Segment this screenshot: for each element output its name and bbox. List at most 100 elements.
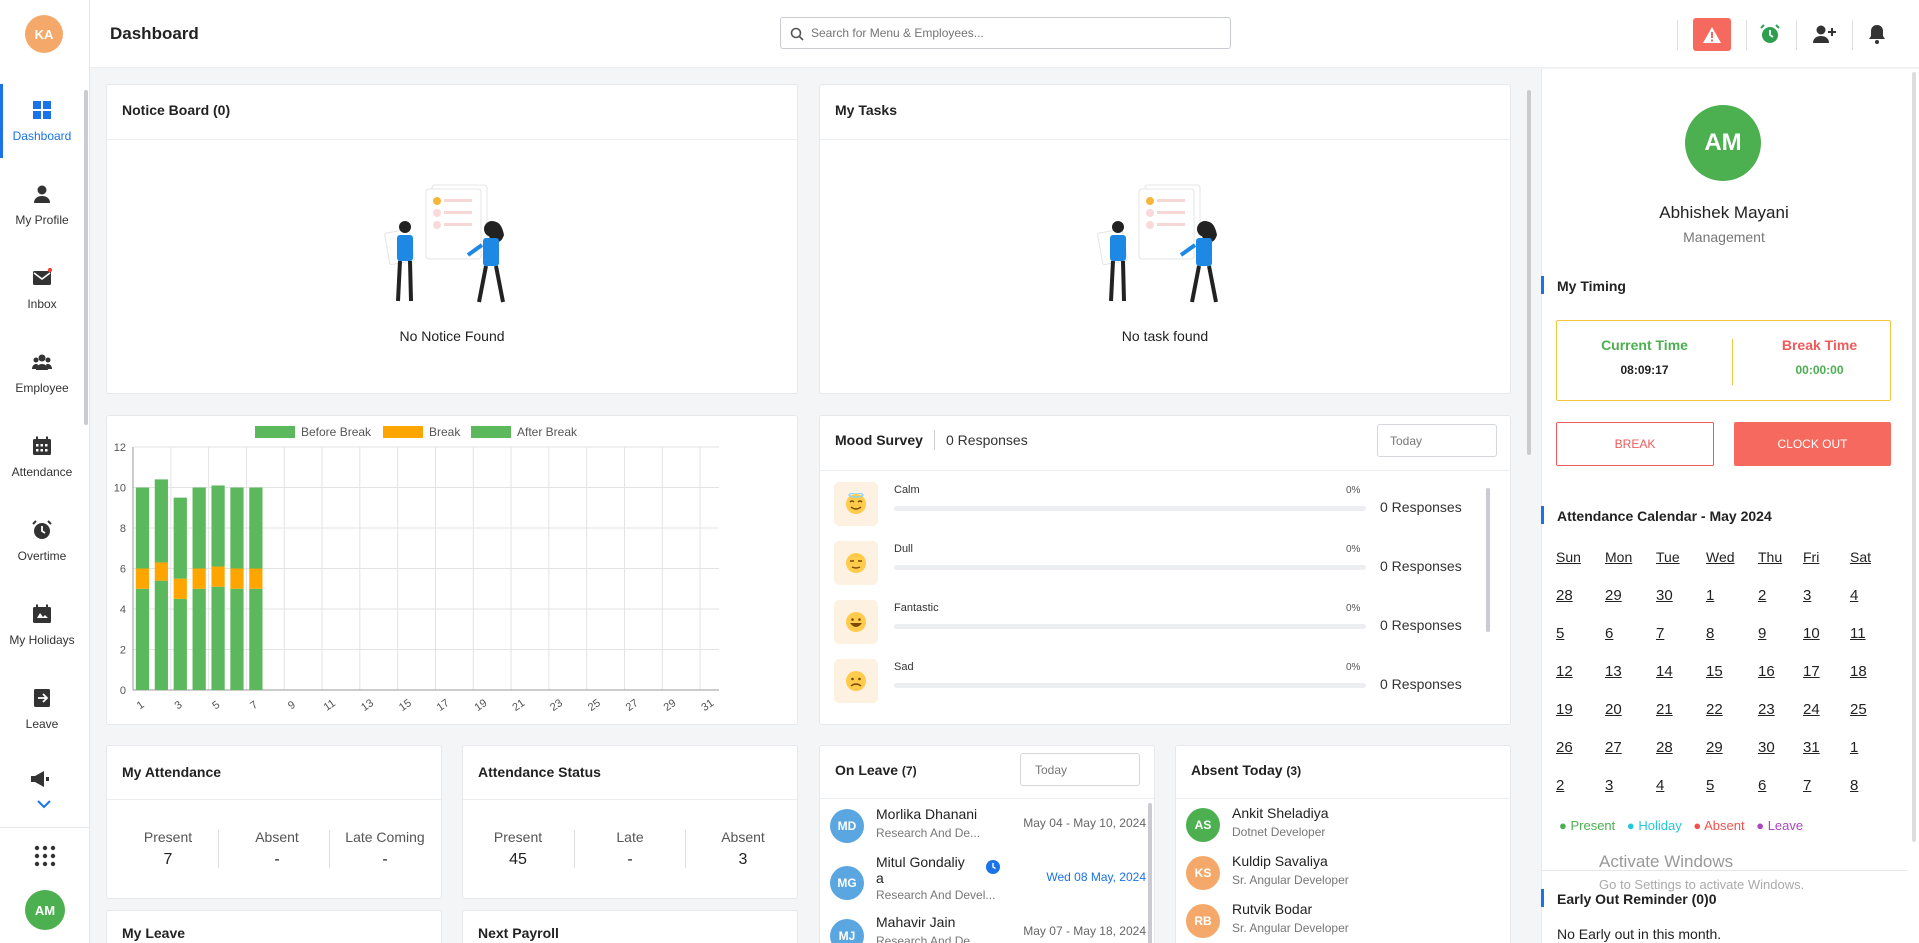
divider xyxy=(820,798,1154,799)
calendar-date[interactable]: 30 xyxy=(1656,587,1673,604)
right-panel-scrollbar[interactable] xyxy=(1912,72,1916,842)
stat-value: - xyxy=(627,851,633,868)
calendar-date[interactable]: 10 xyxy=(1803,625,1820,642)
calendar-date[interactable]: 13 xyxy=(1605,663,1622,680)
calendar-date[interactable]: 14 xyxy=(1656,663,1673,680)
mood-percent: 0% xyxy=(1346,603,1361,614)
calendar-date[interactable]: 5 xyxy=(1556,625,1564,642)
bar-break xyxy=(211,566,225,587)
clock-out-button[interactable]: CLOCK OUT xyxy=(1734,422,1891,466)
on-leave-date-filter[interactable]: Today xyxy=(1020,753,1140,786)
bell-icon[interactable] xyxy=(1868,24,1886,49)
user-avatar[interactable]: KA xyxy=(25,15,63,53)
calendar-date[interactable]: 18 xyxy=(1850,663,1867,680)
sidebar-item-dashboard[interactable]: Dashboard xyxy=(0,84,84,158)
calendar-date[interactable]: 9 xyxy=(1758,625,1766,642)
search-input[interactable] xyxy=(811,23,1221,43)
calendar-date[interactable]: 17 xyxy=(1803,663,1820,680)
calendar-date[interactable]: 6 xyxy=(1605,625,1613,642)
chevron-down-icon[interactable] xyxy=(37,796,51,814)
person-name: Ankit Sheladiya xyxy=(1232,805,1329,821)
calendar-date[interactable]: 2 xyxy=(1556,777,1564,794)
empty-message: No task found xyxy=(1121,328,1209,344)
calendar-date[interactable]: 11 xyxy=(1850,625,1866,642)
add-user-icon[interactable] xyxy=(1812,24,1836,49)
calendar-date[interactable]: 31 xyxy=(1803,739,1820,756)
list-item[interactable]: AS Ankit Sheladiya Dotnet Developer xyxy=(1186,805,1516,849)
calendar-date[interactable]: 7 xyxy=(1803,777,1811,794)
y-tick-label: 4 xyxy=(120,604,126,616)
sidebar-item-overtime[interactable]: Overtime xyxy=(0,504,84,578)
calendar-date[interactable]: 8 xyxy=(1706,625,1714,642)
early-out-title: Early Out Reminder (0)0 xyxy=(1557,891,1717,907)
list-item[interactable]: RB Rutvik Bodar Sr. Angular Developer xyxy=(1186,901,1516,943)
alarm-icon xyxy=(32,519,52,539)
notice-board-card: Notice Board (0) No Notice Found xyxy=(106,84,798,394)
calendar-date[interactable]: 23 xyxy=(1758,701,1775,718)
calendar-date[interactable]: 6 xyxy=(1758,777,1766,794)
sidebar-scrollbar[interactable] xyxy=(84,90,88,425)
calendar-date[interactable]: 28 xyxy=(1656,739,1673,756)
bottom-user-avatar[interactable]: AM xyxy=(25,890,65,930)
absent-title: Absent Today xyxy=(1191,762,1283,778)
sidebar: KA Dashboard My Profile Inbox Employee A… xyxy=(0,0,90,943)
calendar-date[interactable]: 3 xyxy=(1803,587,1811,604)
section-marker xyxy=(1541,276,1544,294)
sidebar-item-my-holidays[interactable]: My Holidays xyxy=(0,588,84,662)
calendar-date[interactable]: 30 xyxy=(1758,739,1775,756)
break-button[interactable]: BREAK xyxy=(1556,422,1714,466)
profile-avatar[interactable]: AM xyxy=(1685,105,1761,181)
sidebar-item-employee[interactable]: Employee xyxy=(0,336,84,410)
list-item[interactable]: MG Mitul Gondaliy a Research And Devel..… xyxy=(830,854,1146,904)
calendar-date[interactable]: 21 xyxy=(1656,701,1673,718)
calendar-date[interactable]: 22 xyxy=(1706,701,1723,718)
sidebar-item-attendance[interactable]: Attendance xyxy=(0,420,84,494)
list-item[interactable]: MD Morlika Dhanani Research And De... Ma… xyxy=(830,806,1146,850)
list-item[interactable]: KS Kuldip Savaliya Sr. Angular Developer xyxy=(1186,853,1516,897)
search-box[interactable] xyxy=(780,17,1231,49)
calendar-date[interactable]: 27 xyxy=(1605,739,1622,756)
calendar-date[interactable]: 25 xyxy=(1850,701,1867,718)
x-tick-label: 25 xyxy=(586,697,603,714)
sidebar-item-leave[interactable]: Leave xyxy=(0,672,84,746)
calendar-date[interactable]: 2 xyxy=(1758,587,1766,604)
timing-box: Current Time 08:09:17 Break Time 00:00:0… xyxy=(1556,320,1891,401)
calendar-date[interactable]: 3 xyxy=(1605,777,1613,794)
calendar-date[interactable]: 26 xyxy=(1556,739,1573,756)
apps-grid-icon[interactable] xyxy=(34,845,56,872)
page-title: Dashboard xyxy=(110,24,199,43)
alarm-clock-icon[interactable] xyxy=(1760,24,1780,49)
calendar-day-header: Sun xyxy=(1556,549,1581,565)
on-leave-title: On Leave xyxy=(835,762,899,778)
calendar-date[interactable]: 1 xyxy=(1850,739,1858,756)
calendar-date[interactable]: 29 xyxy=(1605,587,1622,604)
main-scrollbar[interactable] xyxy=(1527,90,1531,455)
mood-label: Fantastic xyxy=(894,602,939,614)
calendar-date[interactable]: 28 xyxy=(1556,587,1573,604)
calendar-date[interactable]: 20 xyxy=(1605,701,1622,718)
calendar-date[interactable]: 7 xyxy=(1656,625,1664,642)
calendar-date[interactable]: 8 xyxy=(1850,777,1858,794)
calendar-date[interactable]: 15 xyxy=(1706,663,1723,680)
calendar-date[interactable]: 29 xyxy=(1706,739,1723,756)
calendar-date[interactable]: 16 xyxy=(1758,663,1775,680)
my-timing-title: My Timing xyxy=(1557,278,1626,294)
calendar-date[interactable]: 5 xyxy=(1706,777,1714,794)
on-leave-scrollbar[interactable] xyxy=(1148,803,1152,943)
sidebar-item-inbox[interactable]: Inbox xyxy=(0,252,84,326)
calendar-date[interactable]: 1 xyxy=(1706,587,1714,604)
stat-late: Late - xyxy=(575,829,685,869)
mood-date-filter[interactable]: Today xyxy=(1377,424,1497,457)
calendar-date[interactable]: 4 xyxy=(1850,587,1858,604)
header-divider xyxy=(1746,20,1747,50)
sidebar-item-my-profile[interactable]: My Profile xyxy=(0,168,84,242)
calendar-date[interactable]: 12 xyxy=(1556,663,1573,680)
bar-after-break xyxy=(173,497,187,579)
calendar-date[interactable]: 4 xyxy=(1656,777,1664,794)
calendar-date[interactable]: 24 xyxy=(1803,701,1820,718)
stat-label: Late xyxy=(616,829,644,845)
calendar-date[interactable]: 19 xyxy=(1556,701,1573,718)
list-item[interactable]: MJ Mahavir Jain Research And De... May 0… xyxy=(830,914,1146,943)
megaphone-icon[interactable] xyxy=(30,770,50,793)
alert-button[interactable] xyxy=(1693,18,1731,51)
